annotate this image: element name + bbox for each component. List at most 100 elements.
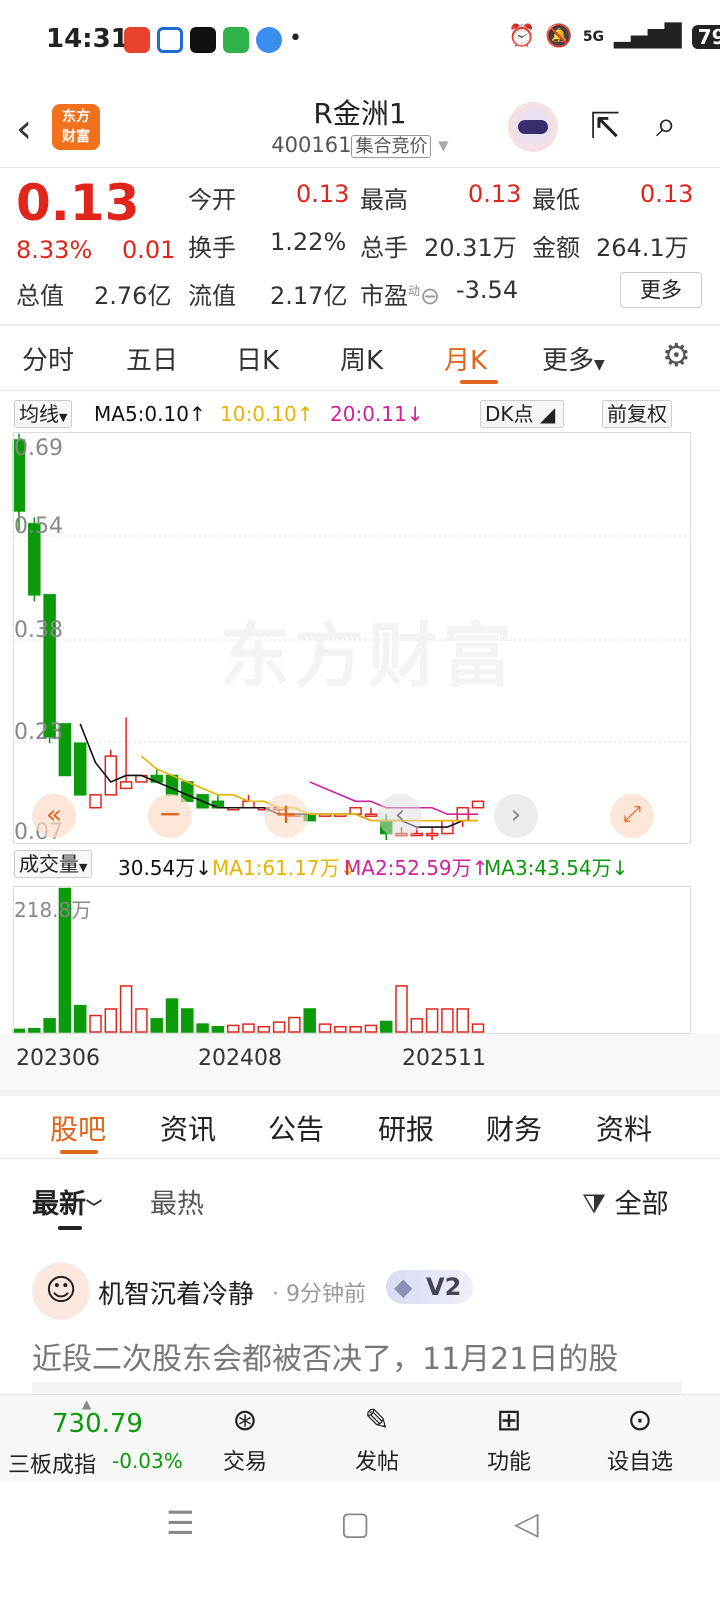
tab-intraday[interactable]: 分时 xyxy=(22,340,74,377)
y-tick-3: 0.38 xyxy=(14,618,63,643)
avatar[interactable]: ☺ xyxy=(32,1262,90,1320)
share-icon[interactable]: ⇱ xyxy=(590,106,620,147)
home-icon[interactable]: ▢ xyxy=(340,1504,370,1542)
divider xyxy=(0,167,720,168)
float-label: 流值 xyxy=(188,282,236,310)
divider xyxy=(0,390,720,391)
volume-selector[interactable]: 成交量▼ xyxy=(14,850,93,878)
post-username[interactable]: 机智沉着冷静 xyxy=(98,1274,254,1311)
zoom-out-icon[interactable]: − xyxy=(148,794,192,838)
tab-news[interactable]: 资讯 xyxy=(160,1108,216,1148)
app-icon xyxy=(256,27,282,53)
trade-button[interactable]: ⊛ 交易 xyxy=(220,1403,270,1476)
tiktok-app-icon xyxy=(190,27,216,53)
volume-label: 总手 xyxy=(360,234,408,262)
prev-icon[interactable]: ‹ xyxy=(378,794,422,838)
volume-value: 30.54万↓ xyxy=(118,856,213,880)
tab-guba[interactable]: 股吧 xyxy=(50,1108,106,1148)
date-label-1: 202306 xyxy=(16,1046,100,1071)
menu-icon[interactable]: ☰ xyxy=(166,1504,195,1542)
filter-all-label: 全部 xyxy=(614,1189,669,1220)
settings-gear-icon[interactable]: ⚙ xyxy=(662,336,691,374)
pe-label: 市盈动⊖ xyxy=(360,276,440,311)
more-button[interactable]: 更多 xyxy=(620,272,702,308)
news-tabs: 股吧 资讯 公告 研报 财务 资料 xyxy=(0,1096,720,1158)
post-time-text: 9分钟前 xyxy=(286,1282,366,1307)
ai-assistant-icon[interactable] xyxy=(508,102,558,152)
vma1-legend: MA1:61.17万↓ xyxy=(212,856,357,880)
tab-indicator xyxy=(60,1150,98,1154)
function-button[interactable]: ⊞ 功能 xyxy=(484,1403,534,1476)
sort-hot[interactable]: 最热 xyxy=(150,1182,204,1221)
zoom-in-icon[interactable]: + xyxy=(264,794,308,838)
search-icon[interactable]: ⌕ xyxy=(656,104,676,146)
ma20-value: 20:0.11 xyxy=(330,402,407,426)
level-text: V2 xyxy=(426,1273,462,1301)
caret-down-icon: ▼ xyxy=(79,861,88,874)
filter-icon: ⧩ xyxy=(582,1189,607,1220)
date-axis xyxy=(0,1034,720,1090)
filter-all[interactable]: ⧩ 全部 xyxy=(582,1182,669,1221)
index-value[interactable]: 730.79 xyxy=(52,1409,143,1439)
sort-latest-label: 最新 xyxy=(32,1189,86,1220)
vma3-value: MA3:43.54万 xyxy=(484,856,612,880)
ma10-value: 10:0.10 xyxy=(220,402,297,426)
amount-label: 金额 xyxy=(532,234,580,262)
status-bar: 14:31 • ⏰ 🔕 5G ▂▄▆█ 79 xyxy=(0,0,720,80)
fullscreen-icon[interactable]: ⤢ xyxy=(610,794,654,838)
ma-selector[interactable]: 均线▼ xyxy=(14,400,73,428)
ma10-legend: 10:0.10↑ xyxy=(220,402,314,426)
tab-more-label: 更多 xyxy=(542,346,595,376)
float-value: 2.17亿 xyxy=(270,282,348,310)
more-dot-icon: • xyxy=(289,26,302,51)
index-name[interactable]: 三板成指 xyxy=(8,1447,96,1479)
tab-research[interactable]: 研报 xyxy=(378,1108,434,1148)
kline-tabs: 分时 五日 日K 周K 月K 更多▼ ⚙ xyxy=(0,330,720,388)
post-item[interactable]: ☺ 机智沉着冷静 · 9分钟前 ◆ V2 近段二次股东会都被否决了，11月21日的… xyxy=(0,1258,720,1398)
tab-monthly-k[interactable]: 月K xyxy=(444,340,487,377)
sort-latest[interactable]: 最新﹀ xyxy=(32,1182,102,1221)
quote-panel: 0.13 8.33% 0.01 今开 0.13 最高 0.13 最低 0.13 … xyxy=(0,172,720,322)
notification-icons: • xyxy=(124,27,302,53)
ma20-legend: 20:0.11↓ xyxy=(330,402,424,426)
index-change: -0.03% xyxy=(112,1449,183,1473)
ma5-legend: MA5:0.10↑ xyxy=(94,402,206,426)
yen-icon: ⊛ xyxy=(232,1403,258,1438)
bottom-toolbar: ▲ 730.79 三板成指 -0.03% ⊛ 交易 ✎ 发帖 ⊞ 功能 ⊙ 设自… xyxy=(0,1394,720,1482)
tab-weekly-k[interactable]: 周K xyxy=(340,340,383,377)
dk-label: DK点 xyxy=(485,402,534,426)
back-nav-icon[interactable]: ◁ xyxy=(514,1504,539,1542)
tab-indicator xyxy=(460,380,498,384)
info-icon[interactable]: ⊖ xyxy=(420,282,440,310)
dk-point-toggle[interactable]: DK点 ◢ xyxy=(480,400,564,428)
add-watchlist-button[interactable]: ⊙ 设自选 xyxy=(602,1403,678,1476)
stock-header: ‹ 东方财富 R金洲1 400161 集合竞价 ▾ ⇱ ⌕ xyxy=(0,88,720,168)
low-value: 0.13 xyxy=(640,180,694,208)
tab-announcements[interactable]: 公告 xyxy=(268,1108,324,1148)
phone-app-icon xyxy=(223,27,249,53)
tab-profile[interactable]: 资料 xyxy=(596,1108,652,1148)
battery-icon: 79 xyxy=(691,24,720,49)
tab-five-day[interactable]: 五日 xyxy=(126,340,178,377)
tab-more[interactable]: 更多▼ xyxy=(542,340,605,377)
pe-label-text: 市盈 xyxy=(360,282,408,310)
divider xyxy=(0,1158,720,1159)
chevron-down-icon: ﹀ xyxy=(86,1198,103,1217)
open-value: 0.13 xyxy=(296,180,350,208)
scroll-left-icon[interactable]: « xyxy=(32,794,76,838)
volume-chart-frame[interactable] xyxy=(13,886,691,1034)
ma5-value: MA5:0.10 xyxy=(94,402,189,426)
dropdown-icon[interactable]: ▾ xyxy=(438,133,449,157)
post-label: 发帖 xyxy=(354,1450,399,1475)
system-nav-bar: ☰ ▢ ◁ xyxy=(0,1482,720,1604)
next-icon[interactable]: › xyxy=(494,794,538,838)
change-percent: 8.33% xyxy=(16,236,93,264)
tab-daily-k[interactable]: 日K xyxy=(236,340,279,377)
open-label: 今开 xyxy=(188,186,236,214)
price-adjust-toggle[interactable]: 前复权 xyxy=(602,400,672,428)
tab-finance[interactable]: 财务 xyxy=(486,1108,542,1148)
post-button[interactable]: ✎ 发帖 xyxy=(352,1403,402,1476)
video-app-icon xyxy=(124,27,150,53)
ma-legend-row: 均线▼ MA5:0.10↑ 10:0.10↑ 20:0.11↓ DK点 ◢ 前复… xyxy=(14,400,714,430)
system-icons: ⏰ 🔕 5G ▂▄▆█ 79 xyxy=(508,24,720,49)
